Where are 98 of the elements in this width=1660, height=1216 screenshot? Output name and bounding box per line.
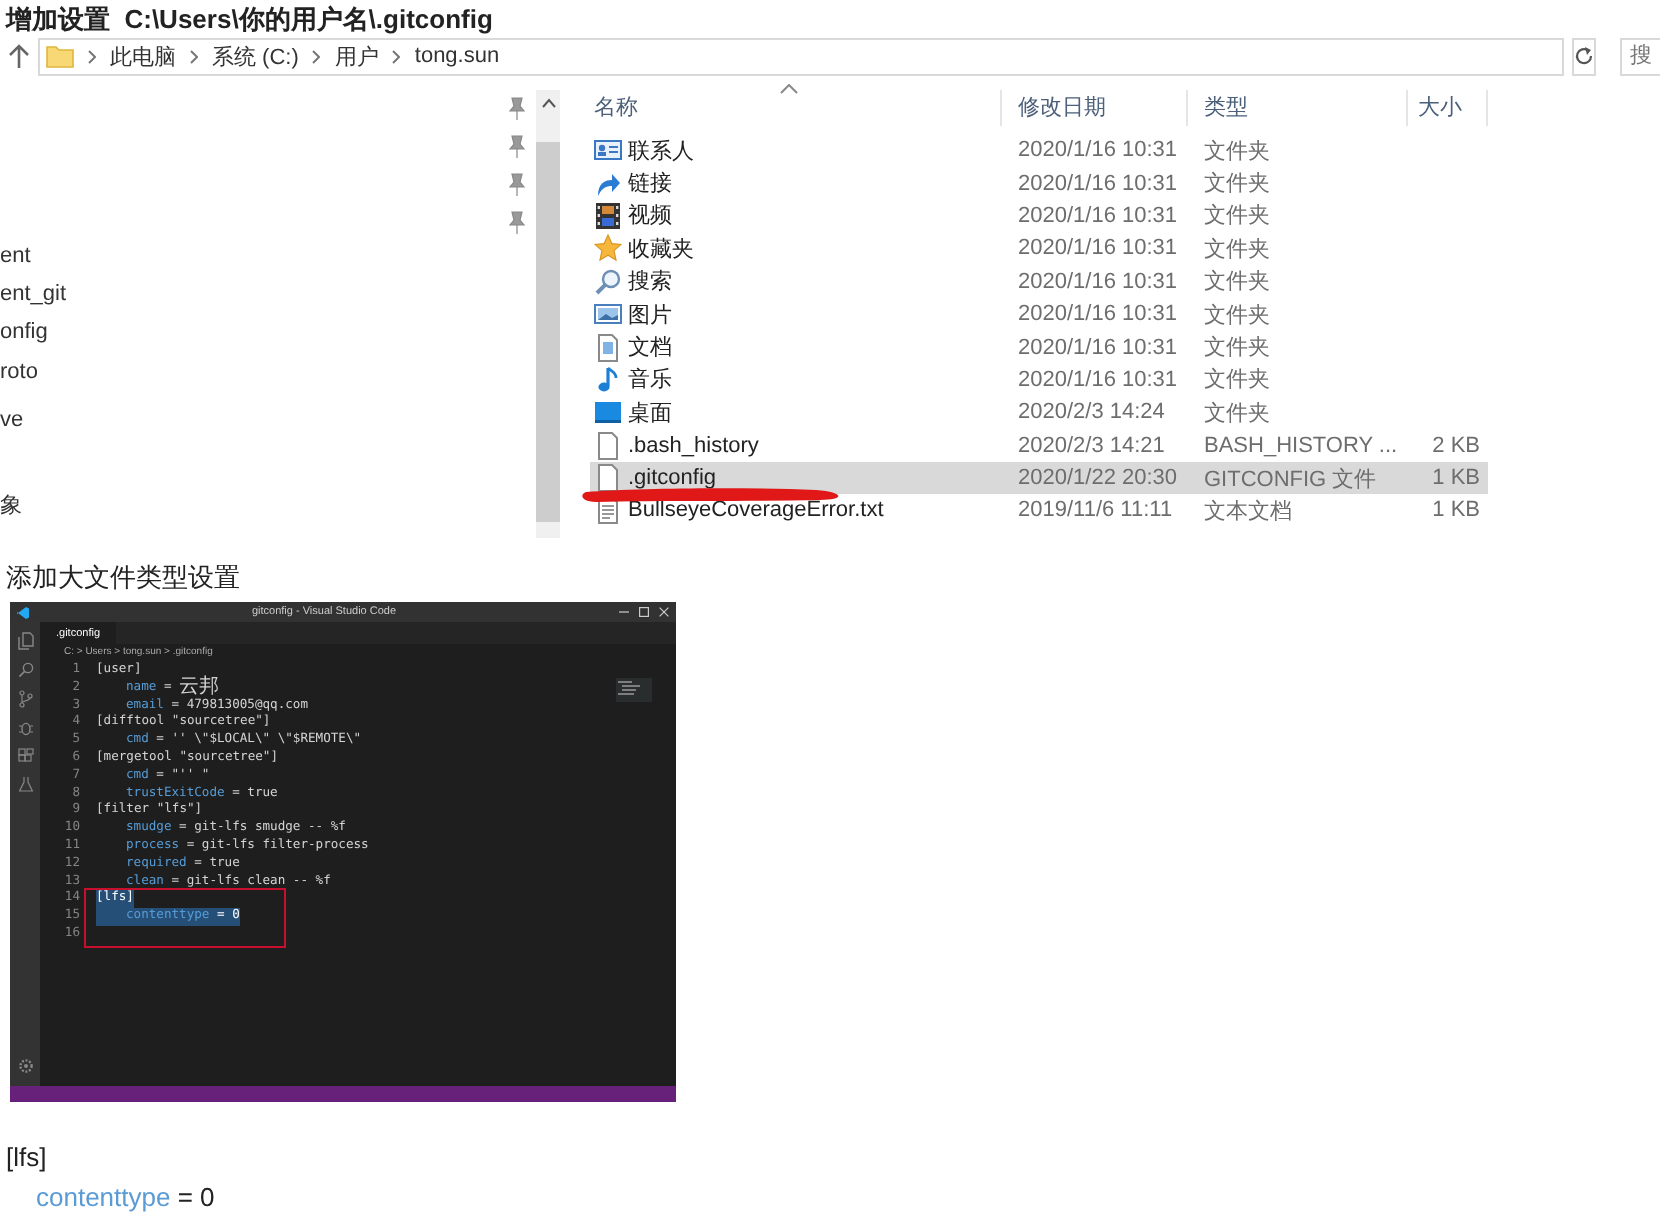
contacts-card-icon — [594, 136, 622, 165]
file-type: 文件夹 — [1202, 169, 1272, 199]
files-icon[interactable] — [17, 632, 33, 650]
extensions-icon[interactable] — [17, 748, 33, 764]
up-arrow-icon[interactable] — [8, 44, 30, 68]
nav-item[interactable]: ent — [0, 238, 508, 276]
chevron-icon — [190, 49, 198, 63]
blank-file-icon — [594, 431, 622, 460]
modified-date: 2020/1/16 10:31 — [1016, 335, 1180, 360]
music-note-icon — [594, 365, 622, 394]
nav-item[interactable]: roto — [0, 354, 508, 392]
curved-arrow-icon — [594, 169, 622, 198]
sort-caret-icon[interactable] — [780, 84, 798, 94]
scrollbar[interactable] — [536, 90, 560, 538]
modified-date: 2020/1/16 10:31 — [1016, 367, 1180, 392]
config-section: [lfs] — [6, 1138, 1654, 1178]
file-type: 文件夹 — [1202, 333, 1272, 363]
file-type: 文件夹 — [1202, 235, 1272, 264]
bug-icon[interactable] — [17, 720, 33, 736]
modified-date: 2020/1/16 10:31 — [1016, 236, 1180, 261]
modified-date: 2020/1/22 20:30 — [1016, 466, 1180, 491]
nav-item[interactable]: 象 — [0, 488, 508, 526]
nav-item[interactable]: ent_git — [0, 276, 508, 314]
config-line: contenttype = 0 — [34, 1180, 217, 1216]
search-icon — [594, 267, 622, 296]
column-header[interactable]: 修改日期 — [1002, 90, 1188, 126]
blank-file-icon — [594, 464, 622, 493]
pin-icon[interactable] — [508, 134, 526, 162]
column-header[interactable]: 名称 — [590, 90, 1002, 126]
modified-date: 2019/11/6 11:11 — [1016, 498, 1175, 523]
file-name[interactable]: 音乐 — [628, 364, 672, 395]
file-size: 1 KB — [1430, 498, 1482, 523]
code-editor-logo-icon — [16, 605, 30, 619]
selected-row-highlight[interactable]: .gitconfig 2020/1/22 20:30 GITCONFIG 文件 1 KB — [590, 461, 1488, 495]
file-name[interactable]: 收藏夹 — [628, 233, 694, 264]
search-icon[interactable] — [17, 662, 33, 678]
modified-date: 2020/1/16 10:31 — [1016, 138, 1180, 163]
breadcrumb-item[interactable]: 系统 (C:) — [212, 41, 299, 71]
flask-icon[interactable] — [17, 776, 33, 792]
file-name[interactable]: 搜索 — [628, 266, 672, 297]
breadcrumb-item[interactable]: 用户 — [334, 41, 379, 71]
star-icon — [594, 234, 622, 263]
page-heading: 增加设置 C:\Users\你的用户名\.gitconfig — [3, 2, 495, 34]
document-icon — [594, 333, 622, 362]
branch-icon[interactable] — [17, 690, 33, 708]
pin-icon[interactable] — [508, 172, 526, 200]
minimap-drawing — [616, 678, 652, 702]
file-size: 1 KB — [1430, 466, 1482, 491]
file-name[interactable]: 视频 — [628, 200, 672, 231]
refresh-button[interactable] — [1572, 37, 1596, 75]
modified-date: 2020/1/16 10:31 — [1016, 269, 1180, 294]
modified-date: 2020/2/3 14:24 — [1016, 400, 1167, 425]
folder-icon — [46, 42, 74, 70]
file-name[interactable]: .bash_history — [628, 433, 759, 458]
maximize-icon[interactable] — [638, 606, 650, 618]
file-type: BASH_HISTORY ... — [1202, 433, 1400, 458]
file-type: 文件夹 — [1202, 301, 1272, 330]
file-name[interactable]: 链接 — [628, 168, 672, 199]
modified-date: 2020/1/16 10:31 — [1016, 203, 1180, 228]
file-type: 文件夹 — [1202, 137, 1272, 166]
column-header[interactable]: 大小 — [1408, 90, 1488, 126]
modified-date: 2020/1/16 10:31 — [1016, 302, 1180, 327]
picture-frame-icon — [594, 300, 622, 329]
file-type: 文件夹 — [1202, 399, 1272, 428]
minimize-icon[interactable] — [618, 606, 630, 618]
modified-date: 2020/2/3 14:21 — [1016, 433, 1167, 458]
file-name[interactable]: 联系人 — [628, 135, 694, 166]
chevron-icon — [312, 49, 321, 63]
file-type: GITCONFIG 文件 — [1202, 465, 1379, 494]
pin-icon[interactable] — [508, 210, 526, 238]
address-bar[interactable]: 此电脑 系统 (C:) 用户 tong.sun — [38, 37, 1564, 75]
nav-item[interactable]: onfig — [0, 314, 508, 352]
chevron-icon — [88, 49, 96, 63]
modified-date: 2020/1/16 10:31 — [1016, 171, 1180, 196]
column-header[interactable]: 类型 — [1188, 90, 1408, 126]
section-heading: 添加大文件类型设置 — [4, 566, 242, 590]
close-icon[interactable] — [658, 606, 670, 618]
file-name[interactable]: 图片 — [628, 299, 672, 330]
file-name[interactable]: BullseyeCoverageError.txt — [628, 498, 884, 523]
file-type: 文件夹 — [1202, 267, 1272, 297]
file-type: 文件夹 — [1202, 201, 1272, 231]
chevron-icon — [392, 49, 401, 63]
search-field[interactable]: 搜 — [1620, 37, 1660, 75]
file-type: 文件夹 — [1202, 365, 1272, 395]
file-name[interactable]: 文档 — [628, 332, 672, 363]
file-size: 2 KB — [1430, 433, 1482, 458]
film-strip-icon — [594, 201, 622, 230]
pin-icon[interactable] — [508, 96, 526, 124]
file-name[interactable]: .gitconfig — [628, 466, 717, 491]
file-type: 文本文档 — [1202, 497, 1294, 526]
desktop-icon — [594, 398, 622, 427]
file-name[interactable]: 桌面 — [628, 397, 672, 428]
refresh-icon — [1574, 46, 1594, 66]
settings-icon[interactable] — [17, 1058, 33, 1074]
nav-item[interactable]: ve — [0, 402, 508, 440]
caret-up-icon[interactable] — [541, 98, 555, 108]
breadcrumb-item[interactable]: tong.sun — [414, 44, 500, 68]
breadcrumb-item[interactable]: 此电脑 — [110, 41, 176, 71]
